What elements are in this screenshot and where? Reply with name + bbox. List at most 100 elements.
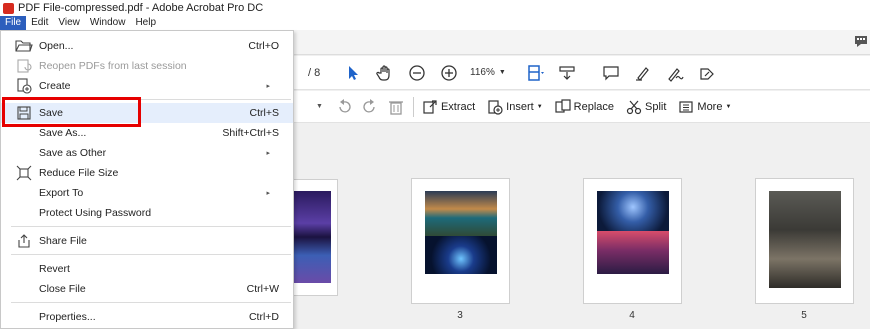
menu-window[interactable]: Window bbox=[85, 16, 131, 30]
menu-separator bbox=[11, 226, 291, 227]
thumbnail-image bbox=[597, 191, 669, 231]
rotate-right-icon[interactable] bbox=[361, 98, 379, 116]
menu-separator bbox=[11, 302, 291, 303]
menu-view[interactable]: View bbox=[53, 16, 85, 30]
protect-label: Protect Using Password bbox=[39, 207, 152, 219]
page-number: 5 bbox=[801, 310, 807, 321]
more-button[interactable]: More ▼ bbox=[678, 99, 731, 115]
insert-button[interactable]: Insert ▼ bbox=[487, 99, 543, 115]
zoom-out-icon[interactable] bbox=[408, 64, 426, 82]
dropdown-arrow-icon[interactable]: ▼ bbox=[316, 103, 323, 110]
page-total: / 8 bbox=[308, 66, 321, 79]
page-number: 3 bbox=[457, 310, 463, 321]
save-highlight-box bbox=[2, 97, 141, 127]
open-shortcut: Ctrl+O bbox=[248, 40, 279, 52]
menu-separator bbox=[11, 254, 291, 255]
more-icon bbox=[679, 100, 694, 113]
select-arrow-icon[interactable] bbox=[344, 64, 362, 82]
close-file-shortcut: Ctrl+W bbox=[246, 283, 279, 295]
acrobat-icon bbox=[3, 2, 14, 14]
page-layout-icon[interactable] bbox=[526, 64, 544, 82]
create-pdf-icon bbox=[15, 78, 33, 94]
replace-icon bbox=[555, 98, 571, 113]
hand-tool-icon[interactable] bbox=[376, 64, 394, 82]
more-label: More bbox=[697, 100, 723, 113]
share-file-label: Share File bbox=[39, 235, 87, 247]
menu-item-reduce-file-size[interactable]: Reduce File Size bbox=[1, 163, 293, 183]
highlight-pen-icon[interactable] bbox=[634, 64, 652, 82]
menu-bar: File Edit View Window Help bbox=[0, 16, 870, 30]
revert-label: Revert bbox=[39, 263, 70, 275]
comment-icon[interactable] bbox=[854, 35, 868, 48]
file-menu: Open... Ctrl+O Reopen PDFs from last ses… bbox=[0, 30, 294, 329]
menu-file[interactable]: File bbox=[0, 16, 27, 30]
menu-item-properties[interactable]: Properties... Ctrl+D bbox=[1, 307, 293, 327]
insert-label: Insert bbox=[506, 100, 534, 113]
open-folder-icon bbox=[15, 38, 33, 54]
menu-edit[interactable]: Edit bbox=[26, 16, 53, 30]
menu-item-open[interactable]: Open... Ctrl+O bbox=[1, 36, 293, 56]
fill-sign-icon[interactable] bbox=[698, 64, 716, 82]
replace-label: Replace bbox=[573, 100, 614, 113]
toolbar-divider bbox=[412, 96, 414, 117]
menu-item-create[interactable]: Create ▸ bbox=[1, 76, 293, 96]
chevron-down-icon: ▼ bbox=[498, 69, 506, 76]
menu-item-share-file[interactable]: Share File bbox=[1, 231, 293, 251]
share-icon bbox=[15, 233, 33, 249]
scroll-mode-icon[interactable] bbox=[558, 64, 576, 82]
submenu-arrow-icon: ▸ bbox=[266, 83, 270, 90]
reduce-size-icon bbox=[15, 165, 33, 181]
main-toolbar: / 8 116% ▼ bbox=[294, 56, 870, 90]
menu-item-save-as-other[interactable]: Save as Other ▸ bbox=[1, 143, 293, 163]
reopen-label: Reopen PDFs from last session bbox=[39, 60, 187, 72]
extract-label: Extract bbox=[440, 100, 476, 113]
page-thumbnail[interactable] bbox=[583, 178, 682, 304]
scissors-icon bbox=[626, 100, 642, 114]
menu-item-protect-password[interactable]: Protect Using Password bbox=[1, 203, 293, 223]
tab-strip bbox=[294, 30, 870, 55]
save-as-label: Save As... bbox=[39, 127, 87, 139]
replace-button[interactable]: Replace bbox=[555, 98, 614, 115]
organize-toolbar: ▼ Extract Insert ▼ Replace Split More ▼ bbox=[294, 91, 870, 123]
save-shortcut: Ctrl+S bbox=[249, 107, 279, 119]
submenu-arrow-icon: ▸ bbox=[266, 150, 270, 157]
properties-shortcut: Ctrl+D bbox=[248, 311, 279, 323]
reduce-file-size-label: Reduce File Size bbox=[39, 167, 119, 179]
chevron-down-icon: ▼ bbox=[536, 103, 543, 110]
thumbnail-image bbox=[425, 236, 497, 274]
create-label: Create bbox=[39, 80, 71, 92]
zoom-level: 116% bbox=[470, 67, 495, 78]
save-as-shortcut: Shift+Ctrl+S bbox=[222, 127, 279, 139]
thumbnail-image bbox=[769, 191, 841, 288]
menu-item-reopen[interactable]: Reopen PDFs from last session bbox=[1, 56, 293, 76]
extract-button[interactable]: Extract bbox=[422, 99, 475, 115]
menu-item-export-to[interactable]: Export To ▸ bbox=[1, 183, 293, 203]
open-label: Open... bbox=[39, 40, 74, 52]
title-bar: PDF File-compressed.pdf - Adobe Acrobat … bbox=[0, 0, 870, 16]
comment-tool-icon[interactable] bbox=[602, 64, 620, 82]
submenu-arrow-icon: ▸ bbox=[266, 190, 270, 197]
zoom-level-select[interactable]: 116% ▼ bbox=[470, 67, 514, 78]
insert-icon bbox=[488, 99, 503, 115]
menu-item-revert[interactable]: Revert bbox=[1, 259, 293, 279]
export-to-label: Export To bbox=[39, 187, 84, 199]
sign-icon[interactable] bbox=[666, 64, 684, 82]
zoom-in-icon[interactable] bbox=[440, 64, 458, 82]
page-thumbnail[interactable] bbox=[755, 178, 854, 304]
page-number: 4 bbox=[629, 310, 635, 321]
extract-icon bbox=[423, 99, 437, 114]
save-as-other-label: Save as Other bbox=[39, 147, 107, 159]
properties-label: Properties... bbox=[39, 311, 96, 323]
window-title: PDF File-compressed.pdf - Adobe Acrobat … bbox=[18, 2, 264, 14]
split-label: Split bbox=[645, 100, 667, 113]
split-button[interactable]: Split bbox=[626, 99, 666, 115]
close-file-label: Close File bbox=[39, 283, 86, 295]
page-thumbnails-area: 3 4 5 bbox=[254, 124, 870, 329]
page-thumbnail[interactable] bbox=[411, 178, 510, 304]
menu-item-close-file[interactable]: Close File Ctrl+W bbox=[1, 279, 293, 299]
rotate-left-icon[interactable] bbox=[335, 98, 353, 116]
thumbnail-image bbox=[425, 191, 497, 236]
menu-help[interactable]: Help bbox=[130, 16, 161, 30]
delete-icon[interactable] bbox=[387, 98, 405, 116]
thumbnail-image bbox=[597, 231, 669, 274]
